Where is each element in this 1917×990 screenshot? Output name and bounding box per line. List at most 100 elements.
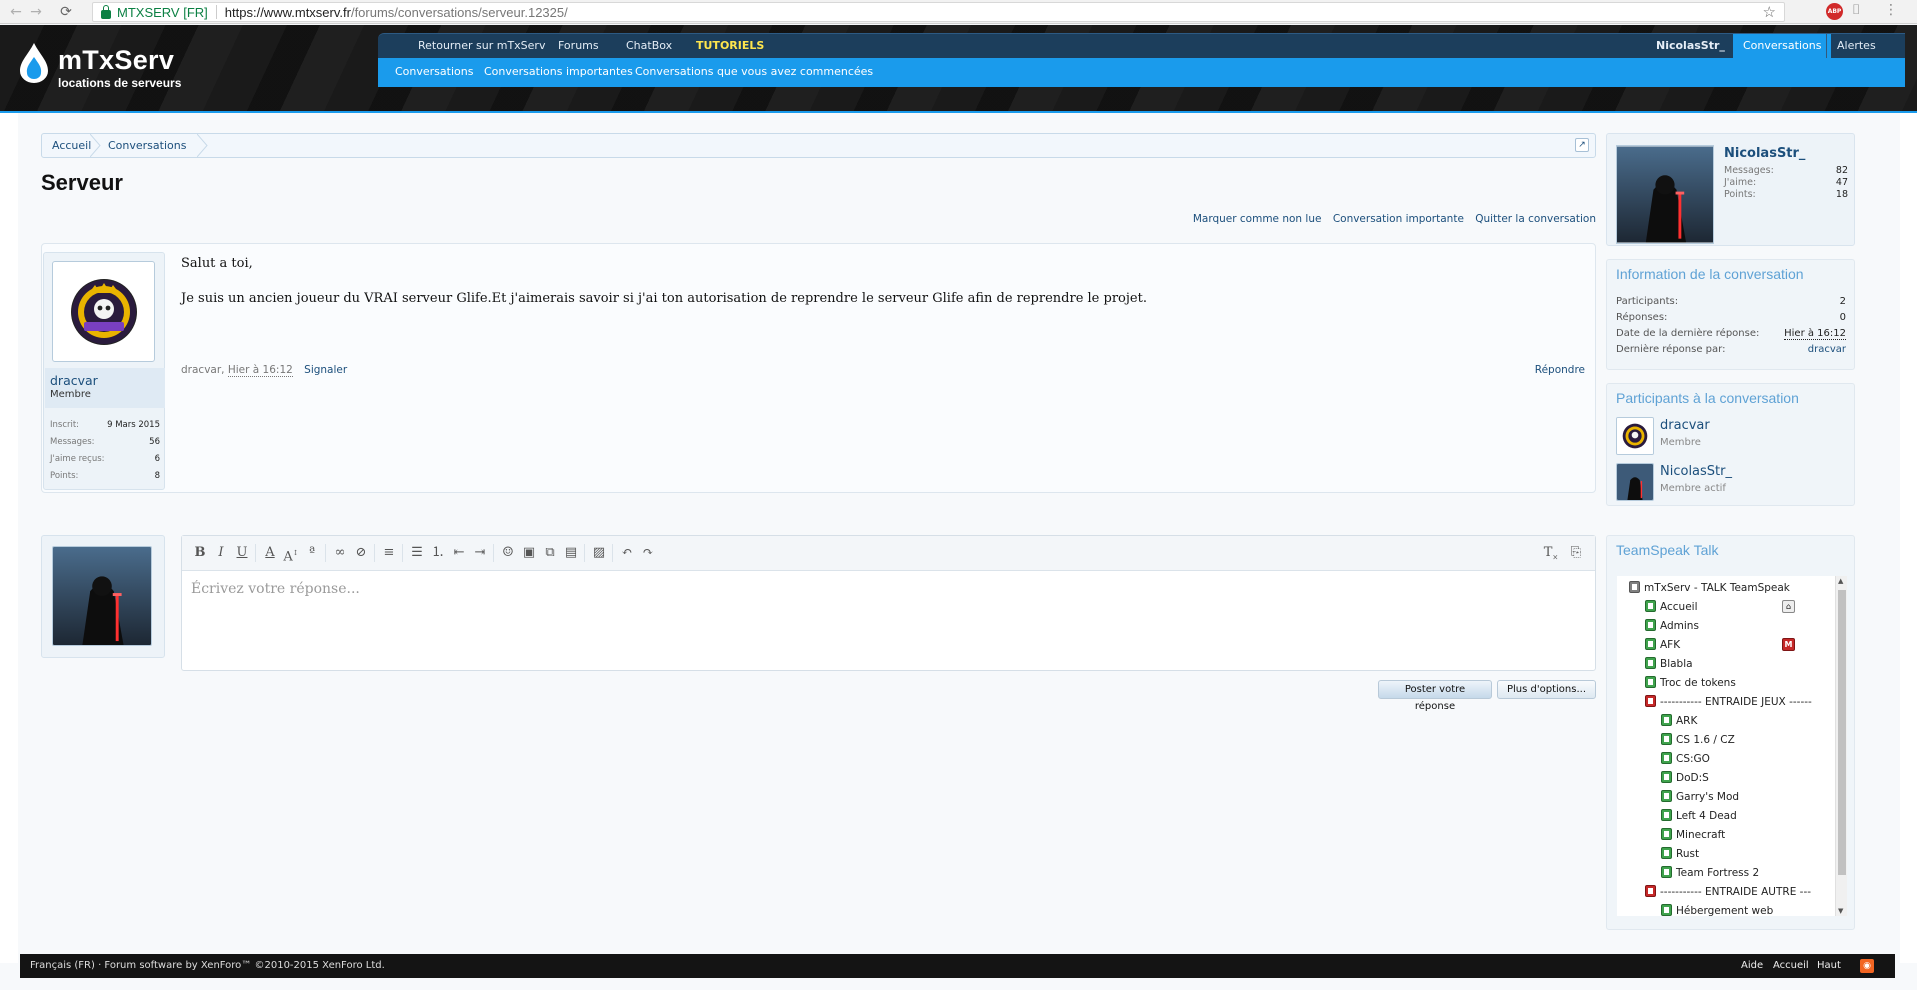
channel-icon — [1661, 771, 1672, 783]
subtab-conversations[interactable]: Conversations — [395, 58, 473, 85]
outdent-icon[interactable]: ⇤ — [449, 543, 469, 563]
bookmark-star-icon[interactable]: ☆ — [1763, 3, 1776, 21]
teamspeak-channel[interactable]: Left 4 Dead — [1661, 808, 1737, 824]
message-date[interactable]: Hier à 16:12 — [227, 364, 293, 377]
footer-home-link[interactable]: Accueil — [1773, 954, 1809, 978]
underline-icon[interactable]: U — [232, 543, 252, 563]
reply-editor[interactable]: B I U A A↕ ª ∞ ⊘ ≡ ☰ ⒈ ⇤ ⇥ ☺ ▣ ⧉ ▤ ▨ ↶ ↷… — [181, 535, 1596, 671]
rss-icon[interactable]: ◉ — [1860, 959, 1874, 973]
breadcrumb-conversations[interactable]: Conversations — [108, 134, 186, 157]
tab-return-mtxserv[interactable]: Retourner sur mTxServ — [408, 34, 555, 59]
font-family-icon[interactable]: ª — [302, 543, 322, 563]
subtab-started-conversations[interactable]: Conversations que vous avez commencées — [635, 58, 873, 85]
participant-title: Membre actif — [1660, 483, 1726, 494]
footer-copyright[interactable]: Français (FR) · Forum software by XenFor… — [30, 954, 385, 978]
tab-forums[interactable]: Forums — [548, 34, 609, 59]
camera-icon[interactable]: ⌷ — [1852, 2, 1860, 18]
subtab-important-conversations[interactable]: Conversations importantes — [484, 58, 633, 85]
teamspeak-channel[interactable]: Blabla — [1645, 656, 1693, 672]
post-reply-button[interactable]: Poster votre réponse — [1378, 680, 1492, 712]
teamspeak-channel[interactable]: Minecraft — [1661, 827, 1725, 843]
participant-avatar[interactable] — [1616, 417, 1654, 455]
teamspeak-scrollbar[interactable]: ▲ ▼ — [1835, 576, 1847, 916]
teamspeak-channel[interactable]: Hébergement web — [1661, 903, 1773, 916]
participant-item[interactable]: dracvar Membre — [1616, 415, 1846, 455]
teamspeak-channel[interactable]: ----------- ENTRAIDE JEUX ------ — [1645, 694, 1812, 710]
unlink-icon[interactable]: ⊘ — [351, 543, 371, 563]
teamspeak-channel[interactable]: CS:GO — [1661, 751, 1710, 767]
message-author-name[interactable]: dracvar — [50, 373, 98, 388]
teamspeak-channel[interactable]: ----------- ENTRAIDE AUTRE --- — [1645, 884, 1811, 900]
teamspeak-channel[interactable]: DoD:S — [1661, 770, 1709, 786]
visitor-name[interactable]: NicolasStr_ — [1724, 146, 1805, 161]
star-conversation-link[interactable]: Conversation importante — [1333, 213, 1464, 225]
bold-icon[interactable]: B — [190, 543, 210, 563]
quick-reply: B I U A A↕ ª ∞ ⊘ ≡ ☰ ⒈ ⇤ ⇥ ☺ ▣ ⧉ ▤ ▨ ↶ ↷… — [41, 535, 1596, 712]
address-bar[interactable]: MTXSERV [FR] https://www.mtxserv.fr/foru… — [92, 2, 1785, 22]
indent-icon[interactable]: ⇥ — [470, 543, 490, 563]
footer-help-link[interactable]: Aide — [1741, 954, 1763, 978]
save-draft-icon[interactable]: ▨ — [589, 543, 609, 563]
footer-top-link[interactable]: Haut — [1817, 954, 1841, 978]
participant-avatar[interactable] — [1616, 463, 1654, 501]
align-icon[interactable]: ≡ — [379, 543, 399, 563]
teamspeak-channel[interactable]: Troc de tokens — [1645, 675, 1736, 691]
reply-input[interactable]: Écrivez votre réponse... — [191, 581, 360, 597]
bullet-list-icon[interactable]: ☰ — [407, 543, 427, 563]
tab-conversations[interactable]: Conversations — [1733, 34, 1832, 59]
participant-name[interactable]: dracvar — [1660, 418, 1710, 433]
teamspeak-channel[interactable]: AFK — [1645, 637, 1680, 653]
teamspeak-channel[interactable]: Garry's Mod — [1661, 789, 1739, 805]
jump-menu-icon[interactable]: ↗ — [1575, 138, 1589, 152]
last-reply-user-link[interactable]: dracvar — [1808, 344, 1846, 355]
scroll-down-icon[interactable]: ▼ — [1838, 907, 1843, 915]
tab-alerts[interactable]: Alertes — [1826, 34, 1886, 59]
teamspeak-channel[interactable]: mTxServ - TALK TeamSpeak — [1629, 580, 1790, 596]
breadcrumb-home[interactable]: Accueil — [52, 134, 91, 157]
channel-icon — [1645, 657, 1656, 669]
scroll-up-icon[interactable]: ▲ — [1838, 577, 1843, 585]
teamspeak-channel[interactable]: Accueil — [1645, 599, 1698, 615]
insert-icon[interactable]: ▤ — [561, 543, 581, 563]
font-size-icon[interactable]: A↕ — [281, 543, 301, 564]
teamspeak-viewer[interactable]: ▲ ▼ mTxServ - TALK TeamSpeak Accueil ⌂ Admi… — [1617, 576, 1847, 916]
message-meta-author[interactable]: dracvar, — [181, 364, 225, 376]
adblock-icon[interactable]: ABP — [1826, 3, 1843, 20]
visitor-avatar[interactable] — [1616, 145, 1714, 244]
media-icon[interactable]: ⧉ — [540, 543, 560, 563]
leave-conversation-link[interactable]: Quitter la conversation — [1475, 213, 1596, 225]
teamspeak-channel[interactable]: ARK — [1661, 713, 1697, 729]
tab-chatbox[interactable]: ChatBox — [616, 34, 682, 59]
reply-link[interactable]: Répondre — [1535, 364, 1585, 376]
channel-label: Blabla — [1660, 658, 1693, 670]
teamspeak-channel[interactable]: Admins — [1645, 618, 1699, 634]
tab-tutoriels[interactable]: TUTORIELS — [686, 34, 774, 59]
mark-unread-link[interactable]: Marquer comme non lue — [1193, 213, 1322, 225]
reload-icon[interactable]: ⟳ — [56, 4, 76, 20]
teamspeak-channel[interactable]: CS 1.6 / CZ — [1661, 732, 1735, 748]
toggle-bbcode-icon[interactable]: ⎘ — [1566, 543, 1586, 563]
redo-icon[interactable]: ↷ — [638, 543, 658, 563]
italic-icon[interactable]: I — [211, 543, 231, 563]
forward-icon[interactable]: → — [26, 4, 46, 20]
text-color-icon[interactable]: A — [260, 543, 280, 563]
participant-name[interactable]: NicolasStr_ — [1660, 464, 1732, 479]
report-link[interactable]: Signaler — [304, 364, 347, 376]
link-icon[interactable]: ∞ — [330, 543, 350, 563]
site-logo[interactable]: mTxServ locations de serveurs — [20, 39, 190, 99]
numbered-list-icon[interactable]: ⒈ — [428, 543, 448, 563]
more-options-button[interactable]: Plus d'options... — [1497, 680, 1596, 699]
browser-menu-icon[interactable]: ⋮ — [1884, 2, 1898, 18]
remove-format-icon[interactable]: T× — [1541, 543, 1561, 563]
logo-title: mTxServ — [58, 45, 175, 75]
avatar[interactable] — [52, 261, 155, 362]
tab-user-account[interactable]: NicolasStr_ — [1646, 34, 1735, 59]
image-icon[interactable]: ▣ — [519, 543, 539, 563]
undo-icon[interactable]: ↶ — [617, 543, 637, 563]
scroll-thumb[interactable] — [1838, 590, 1846, 875]
participant-item[interactable]: NicolasStr_ Membre actif — [1616, 461, 1846, 501]
teamspeak-channel[interactable]: Team Fortress 2 — [1661, 865, 1759, 881]
smilie-icon[interactable]: ☺ — [498, 543, 518, 563]
teamspeak-channel[interactable]: Rust — [1661, 846, 1699, 862]
back-icon[interactable]: ← — [6, 4, 26, 20]
